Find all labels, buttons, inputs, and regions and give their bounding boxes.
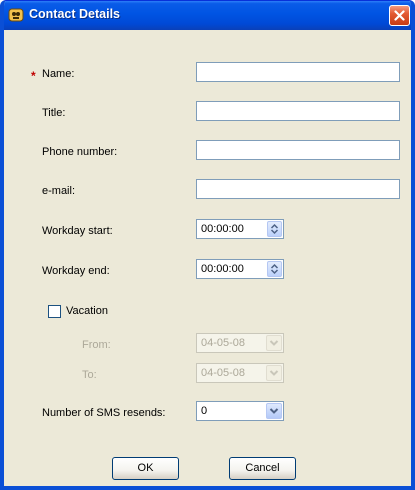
from-date-value: 04-05-08	[201, 337, 246, 349]
email-label: e-mail:	[42, 185, 76, 197]
close-button[interactable]	[389, 5, 410, 26]
cancel-button[interactable]: Cancel	[229, 457, 296, 480]
chevron-down-icon	[269, 408, 279, 414]
to-date-value: 04-05-08	[201, 367, 246, 379]
name-label: Name:	[42, 68, 75, 80]
dropdown-button[interactable]	[266, 335, 282, 351]
close-icon	[394, 10, 405, 21]
name-field[interactable]	[196, 62, 400, 82]
phone-number-field[interactable]	[196, 140, 400, 160]
window-title: Contact Details	[29, 7, 120, 21]
dropdown-button[interactable]	[266, 403, 282, 419]
up-down-arrows-icon	[270, 263, 279, 275]
from-date-picker[interactable]: 04-05-08	[196, 333, 284, 353]
app-icon	[8, 7, 24, 23]
phone-label: Phone number:	[42, 146, 118, 158]
from-label: From:	[82, 339, 111, 351]
title-field[interactable]	[196, 101, 400, 121]
chevron-down-icon	[269, 340, 279, 346]
workday-end-label: Workday end:	[42, 265, 110, 277]
spinner-buttons[interactable]	[267, 261, 282, 277]
up-down-arrows-icon	[270, 223, 279, 235]
spinner-buttons[interactable]	[267, 221, 282, 237]
workday-start-spinner[interactable]: 00:00:00	[196, 219, 284, 239]
workday-end-spinner[interactable]: 00:00:00	[196, 259, 284, 279]
contact-details-dialog: Contact Details * Name: Title: Phone num…	[0, 0, 415, 490]
sms-resends-value: 0	[201, 405, 208, 417]
sms-resends-select[interactable]: 0	[196, 401, 284, 421]
email-field[interactable]	[196, 179, 400, 199]
to-label: To:	[82, 369, 97, 381]
workday-start-label: Workday start:	[42, 225, 113, 237]
workday-end-value[interactable]: 00:00:00	[201, 263, 244, 275]
to-date-picker[interactable]: 04-05-08	[196, 363, 284, 383]
required-marker: *	[31, 69, 36, 83]
sms-resends-label: Number of SMS resends:	[42, 407, 166, 419]
chevron-down-icon	[269, 370, 279, 376]
ok-button[interactable]: OK	[112, 457, 179, 480]
dropdown-button[interactable]	[266, 365, 282, 381]
workday-start-value[interactable]: 00:00:00	[201, 223, 244, 235]
title-bar[interactable]: Contact Details	[4, 1, 411, 30]
vacation-label[interactable]: Vacation	[66, 305, 108, 317]
title-label: Title:	[42, 107, 66, 119]
vacation-checkbox[interactable]	[48, 305, 61, 318]
